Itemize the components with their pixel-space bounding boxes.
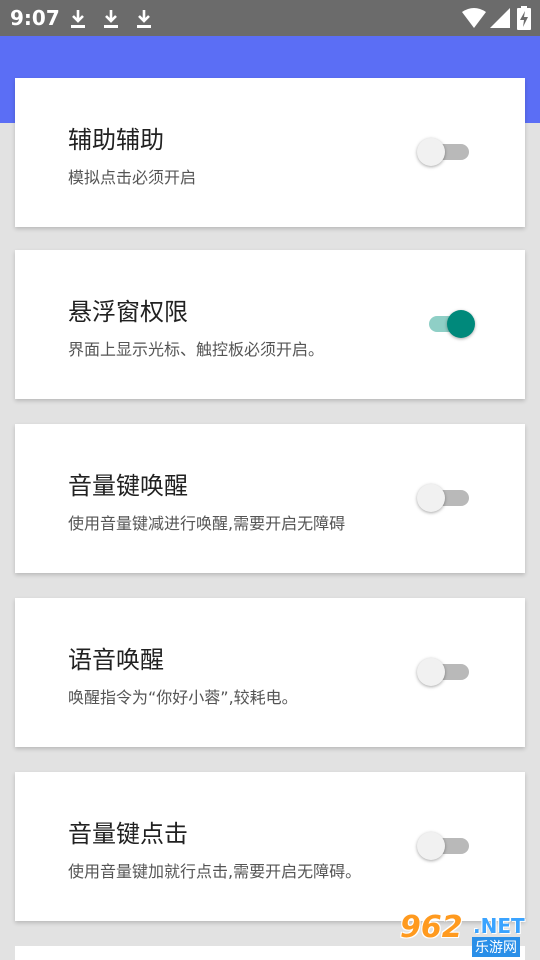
download-icon bbox=[137, 10, 151, 28]
site-watermark-logo: 962 .NET 乐游网 bbox=[400, 910, 535, 957]
setting-title: 辅助辅助 bbox=[68, 126, 164, 154]
setting-card-accessibility: 辅助辅助 模拟点击必须开启 bbox=[15, 78, 525, 227]
toggle-thumb bbox=[417, 658, 445, 686]
toggle-thumb bbox=[417, 832, 445, 860]
setting-description: 唤醒指令为“你好小蓉”,较耗电。 bbox=[68, 688, 298, 707]
signal-icon bbox=[490, 8, 510, 28]
setting-description: 界面上显示光标、触控板必须开启。 bbox=[68, 340, 325, 359]
voice-wake-toggle[interactable] bbox=[417, 658, 477, 686]
setting-description: 使用音量键减进行唤醒,需要开启无障碍 bbox=[68, 514, 346, 533]
setting-title: 音量键唤醒 bbox=[68, 472, 188, 500]
battery-charging-icon bbox=[517, 6, 531, 30]
watermark-number: 962 bbox=[400, 910, 463, 945]
wifi-icon bbox=[462, 8, 486, 28]
overlay-permission-toggle[interactable] bbox=[417, 310, 477, 338]
setting-title: 语音唤醒 bbox=[68, 646, 164, 674]
status-time: 9:07 bbox=[10, 6, 60, 30]
status-bar: 9:07 bbox=[0, 0, 540, 36]
accessibility-toggle[interactable] bbox=[417, 138, 477, 166]
setting-card-volume-wake: 音量键唤醒 使用音量键减进行唤醒,需要开启无障碍 bbox=[15, 424, 525, 573]
volume-wake-toggle[interactable] bbox=[417, 484, 477, 512]
download-icon bbox=[104, 10, 118, 28]
setting-title: 悬浮窗权限 bbox=[68, 298, 188, 326]
watermark-site-name: 乐游网 bbox=[472, 937, 520, 957]
toggle-thumb bbox=[417, 484, 445, 512]
download-icon bbox=[71, 10, 85, 28]
setting-card-voice-wake: 语音唤醒 唤醒指令为“你好小蓉”,较耗电。 bbox=[15, 598, 525, 747]
setting-title: 音量键点击 bbox=[68, 820, 188, 848]
setting-card-overlay-permission: 悬浮窗权限 界面上显示光标、触控板必须开启。 bbox=[15, 250, 525, 399]
setting-description: 使用音量键加就行点击,需要开启无障碍。 bbox=[68, 862, 362, 881]
watermark-net: .NET bbox=[473, 914, 525, 938]
toggle-thumb bbox=[447, 310, 475, 338]
toggle-thumb bbox=[417, 138, 445, 166]
setting-card-volume-click: 音量键点击 使用音量键加就行点击,需要开启无障碍。 bbox=[15, 772, 525, 921]
setting-description: 模拟点击必须开启 bbox=[68, 168, 197, 187]
volume-click-toggle[interactable] bbox=[417, 832, 477, 860]
